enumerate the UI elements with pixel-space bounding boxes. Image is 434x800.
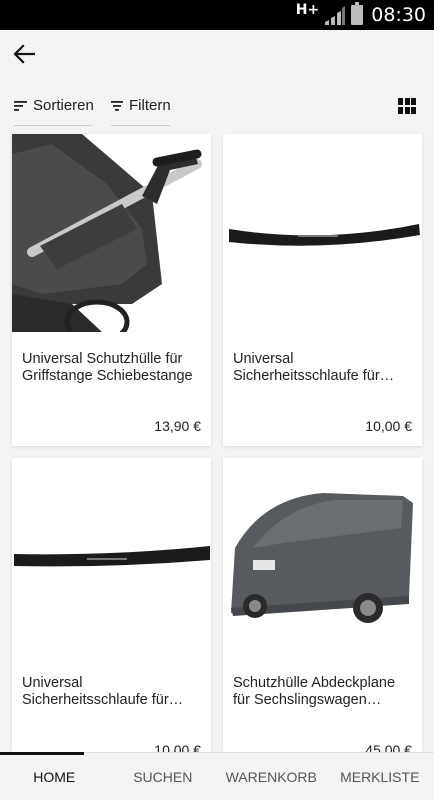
clock: 08:30 [371,4,426,26]
product-card[interactable]: Universal Schutzhülle für Griffstange Sc… [12,134,211,446]
product-title: Universal Sicherheitsschlaufe für… [233,351,395,384]
product-title: Universal Sicherheitsschlaufe für… [22,675,184,708]
back-button[interactable] [8,38,40,70]
back-arrow-icon [13,44,35,64]
product-card[interactable]: Schutzhülle Abdeckplane für Sechslingswa… [223,458,422,758]
filter-icon [111,100,123,111]
network-type: H+ [295,2,320,18]
product-price: 13,90 € [154,418,201,434]
status-bar: H+ 08:30 [0,0,434,30]
sort-label: Sortieren [33,97,94,114]
product-image [12,458,211,656]
app-bar [0,30,434,80]
battery-icon [351,2,364,25]
product-title: Universal Schutzhülle für Griffstange Sc… [22,351,193,384]
product-image [12,134,211,332]
grid-view-icon[interactable] [398,98,416,114]
nav-cart[interactable]: WARENKORB [217,753,326,800]
list-toolbar: Sortieren Filtern [0,86,434,126]
nav-search[interactable]: SUCHEN [109,753,218,800]
product-image [223,458,422,656]
sort-icon [14,100,27,111]
product-image [223,134,422,332]
signal-icon [325,6,346,25]
sort-button[interactable]: Sortieren [14,86,94,126]
product-title: Schutzhülle Abdeckplane für Sechslingswa… [233,675,396,708]
nav-wishlist[interactable]: MERKLISTE [326,753,434,800]
filter-button[interactable]: Filtern [111,86,171,126]
filter-label: Filtern [129,97,171,114]
bottom-navigation: HOME SUCHEN WARENKORB MERKLISTE [0,752,434,800]
nav-home[interactable]: HOME [0,752,109,800]
product-card[interactable]: Universal Sicherheitsschlaufe für… 10,00… [12,458,211,758]
product-price: 10,00 € [365,418,412,434]
product-card[interactable]: Universal Sicherheitsschlaufe für… 10,00… [223,134,422,446]
